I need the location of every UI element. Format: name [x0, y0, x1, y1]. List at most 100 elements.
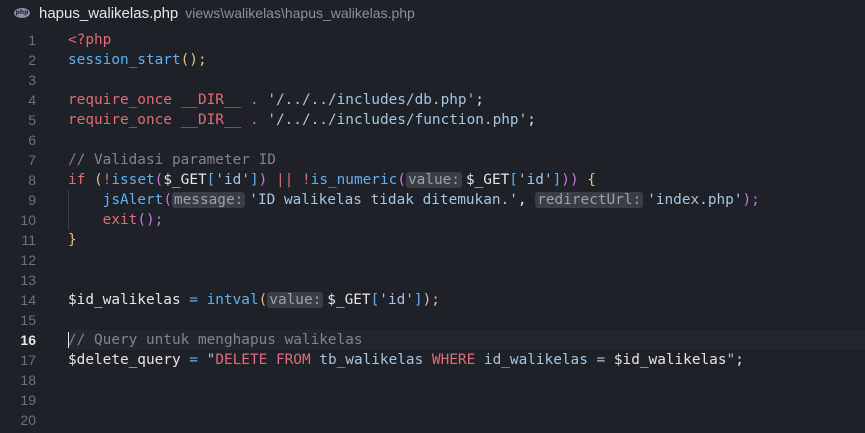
code-editor[interactable]: 1 <?php 2 session_start(); 3 4 require_o… — [0, 30, 865, 430]
token: __DIR__ — [180, 112, 242, 128]
code-line[interactable]: 2 session_start(); — [0, 50, 865, 70]
comment: // Query untuk menghapus walikelas — [68, 332, 363, 348]
line-number: 15 — [20, 312, 36, 328]
line-number: 17 — [20, 352, 36, 368]
line-number: 8 — [28, 172, 36, 188]
code-line[interactable]: 4 require_once __DIR__ . '/../../include… — [0, 90, 865, 110]
token: exit — [102, 212, 138, 228]
token: ( — [85, 172, 103, 188]
line-number: 9 — [28, 192, 36, 208]
token: = — [180, 292, 207, 308]
token: )) — [561, 172, 579, 188]
token: jsAlert — [102, 192, 164, 208]
code-line-current[interactable]: 16 // Query untuk menghapus walikelas — [0, 330, 865, 350]
indent-guide — [68, 190, 69, 210]
code-line[interactable]: 10 exit(); — [0, 210, 865, 230]
token: WHERE — [431, 352, 476, 368]
token: __DIR__ — [180, 92, 242, 108]
code-line[interactable]: 3 — [0, 70, 865, 90]
php-file-icon: php — [14, 8, 30, 18]
token: ] — [552, 172, 562, 188]
token: ( — [397, 172, 406, 188]
code-line[interactable]: 5 require_once __DIR__ . '/../../include… — [0, 110, 865, 130]
line-number: 12 — [20, 252, 36, 268]
token: ] — [249, 172, 259, 188]
token: $_GET — [327, 292, 371, 308]
token: (); — [137, 212, 164, 228]
code-line[interactable]: 20 — [0, 410, 865, 430]
line-number: 20 — [20, 412, 36, 428]
token: . — [249, 112, 259, 128]
line-number: 7 — [28, 152, 36, 168]
line-number: 2 — [28, 52, 36, 68]
php-open-tag: <?php — [68, 32, 112, 48]
parameter-hint: message: — [171, 192, 246, 208]
token: ); — [742, 192, 760, 208]
token: isset — [111, 172, 155, 188]
token: $id_walikelas — [613, 352, 727, 368]
code-line[interactable]: 1 <?php — [0, 30, 865, 50]
token: 'ID walikelas tidak ditemukan.' — [249, 192, 518, 208]
token: tb_walikelas — [310, 352, 432, 368]
line-number: 10 — [20, 212, 36, 228]
token: } — [68, 232, 77, 248]
code-line[interactable]: 18 — [0, 370, 865, 390]
code-line[interactable]: 15 — [0, 310, 865, 330]
token: 'id' — [379, 292, 414, 308]
token: " — [726, 352, 736, 368]
token: ; — [475, 92, 484, 108]
code-line[interactable]: 13 — [0, 270, 865, 290]
line-number: 3 — [28, 72, 36, 88]
token: require_once — [68, 92, 172, 108]
token: $_GET — [465, 172, 510, 188]
indent-guide — [68, 210, 69, 230]
token: . — [249, 92, 259, 108]
token: id_walikelas = — [475, 352, 614, 368]
token: is_numeric — [310, 172, 398, 188]
token: require_once — [68, 112, 172, 128]
comment: // Validasi parameter ID — [68, 152, 276, 168]
line-number: 19 — [20, 392, 36, 408]
line-number: 11 — [21, 232, 36, 248]
token: ! — [301, 172, 311, 188]
tab-filename[interactable]: hapus_walikelas.php — [39, 5, 178, 22]
line-number-active: 16 — [20, 332, 36, 348]
token: 'index.php' — [647, 192, 743, 208]
line-number: 18 — [20, 372, 36, 388]
parameter-hint: value: — [267, 292, 324, 308]
token: DELETE FROM — [215, 352, 311, 368]
code-line[interactable]: 9 jsAlert(message: 'ID walikelas tidak di… — [0, 190, 865, 210]
token: if — [68, 172, 86, 188]
token: intval — [206, 292, 259, 308]
token: ); — [422, 292, 440, 308]
token: (); — [180, 52, 207, 68]
code-line[interactable]: 7 // Validasi parameter ID — [0, 150, 865, 170]
code-line[interactable]: 19 — [0, 390, 865, 410]
code-line[interactable]: 17 $delete_query = "DELETE FROM tb_walik… — [0, 350, 865, 370]
code-line[interactable]: 11 } — [0, 230, 865, 250]
parameter-hint: value: — [405, 172, 462, 188]
token: session_start — [68, 52, 181, 68]
token: = — [180, 352, 207, 368]
line-number: 5 — [28, 112, 36, 128]
line-number: 6 — [28, 132, 36, 148]
line-number: 1 — [28, 32, 36, 48]
code-line[interactable]: 12 — [0, 250, 865, 270]
token: '/../../includes/function.php' — [267, 112, 528, 128]
token: , — [517, 192, 536, 208]
tab-path: views\walikelas\hapus_walikelas.php — [185, 5, 415, 21]
token: [ — [509, 172, 518, 188]
code-line[interactable]: 8 if (!isset($_GET['id']) || !is_numeric… — [0, 170, 865, 190]
token: ( — [258, 292, 268, 308]
token: ; — [527, 112, 536, 128]
code-line[interactable]: 14 $id_walikelas = intval(value: $_GET['i… — [0, 290, 865, 310]
token: ] — [413, 292, 423, 308]
token: 'id' — [517, 172, 553, 188]
token: 'id' — [215, 172, 250, 188]
token: ( — [163, 192, 172, 208]
editor-tab[interactable]: php hapus_walikelas.php views\walikelas\… — [0, 0, 865, 26]
code-line[interactable]: 6 — [0, 130, 865, 150]
line-number: 14 — [20, 292, 36, 308]
token: [ — [370, 292, 380, 308]
token: $id_walikelas — [68, 292, 181, 308]
